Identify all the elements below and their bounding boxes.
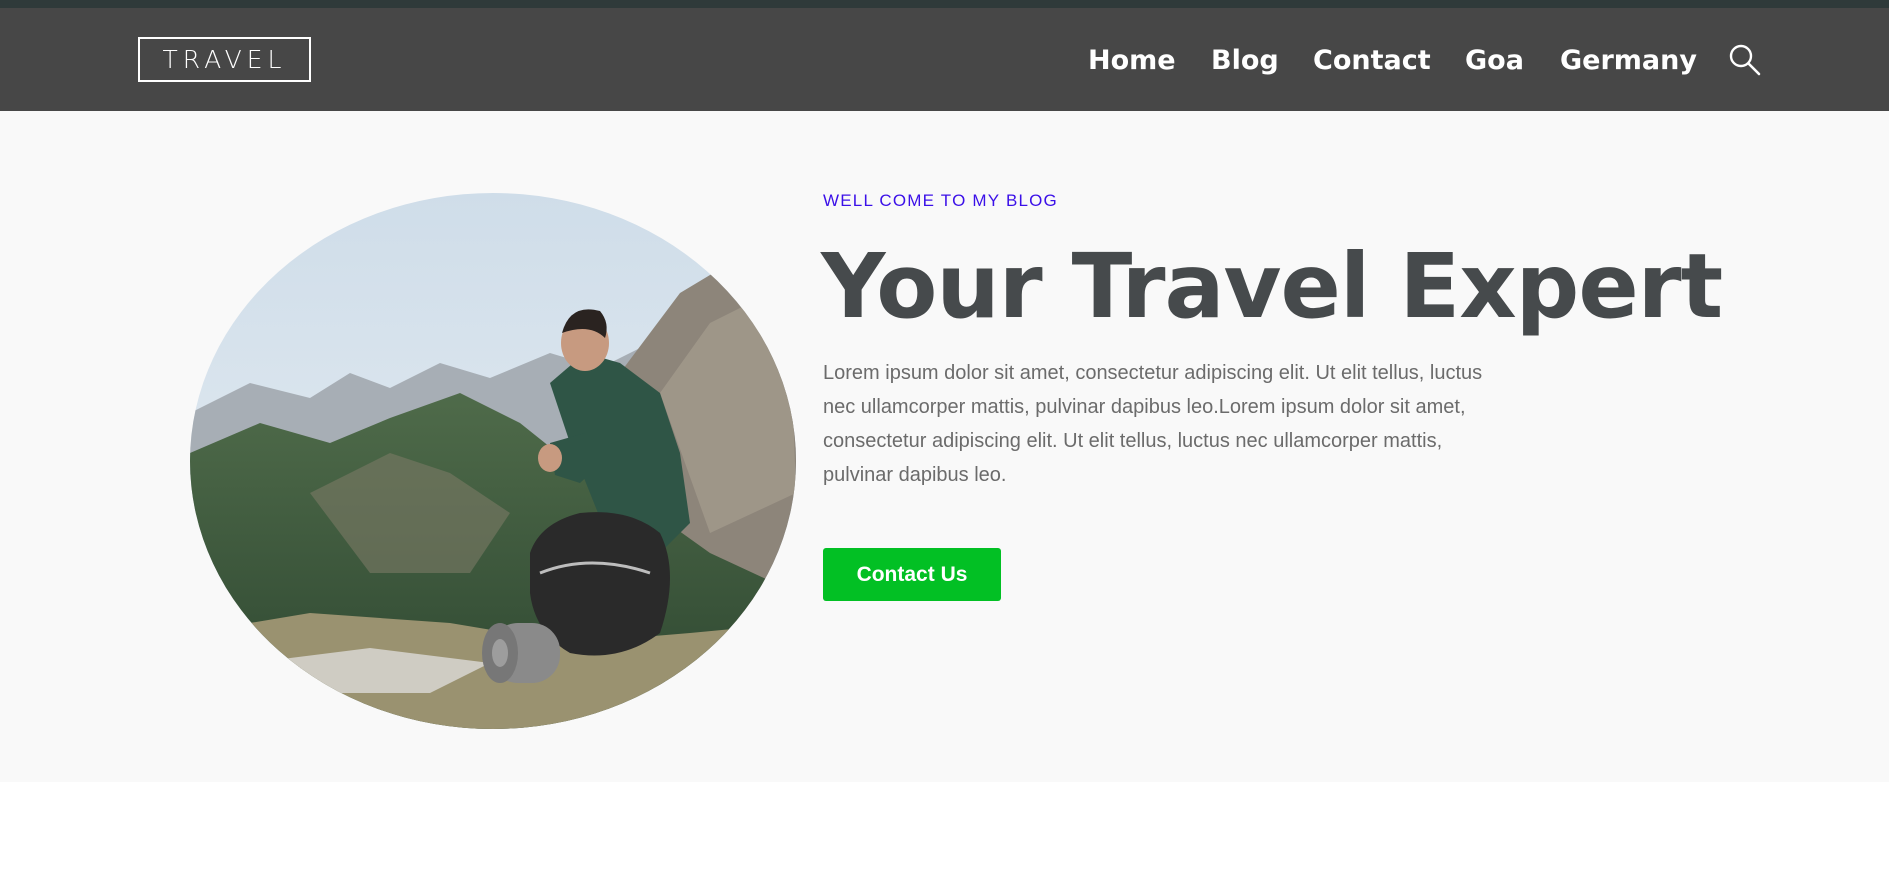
contact-us-button[interactable]: Contact Us xyxy=(823,548,1001,601)
main-nav: Home Blog Contact Goa Germany xyxy=(0,41,1889,81)
search-icon xyxy=(1729,44,1761,76)
hero-title: Your Travel Expert xyxy=(821,234,1723,338)
search-button[interactable] xyxy=(1728,43,1762,77)
nav-item-blog[interactable]: Blog xyxy=(1211,41,1279,81)
top-strip xyxy=(0,0,1889,8)
hiker-on-mountain-photo xyxy=(190,193,796,729)
nav-item-contact[interactable]: Contact xyxy=(1313,41,1431,81)
hero-description: Lorem ipsum dolor sit amet, consectetur … xyxy=(823,362,1483,486)
site-header: TRAVEL Home Blog Contact Goa Germany xyxy=(0,8,1889,111)
hero-section: WELL COME TO MY BLOG Your Travel Expert … xyxy=(0,111,1889,782)
nav-item-home[interactable]: Home xyxy=(1088,41,1176,81)
nav-item-goa[interactable]: Goa xyxy=(1465,41,1524,81)
nav-item-germany[interactable]: Germany xyxy=(1560,41,1697,81)
hero-photo xyxy=(190,193,796,729)
hero-eyebrow: WELL COME TO MY BLOG xyxy=(823,191,1058,210)
